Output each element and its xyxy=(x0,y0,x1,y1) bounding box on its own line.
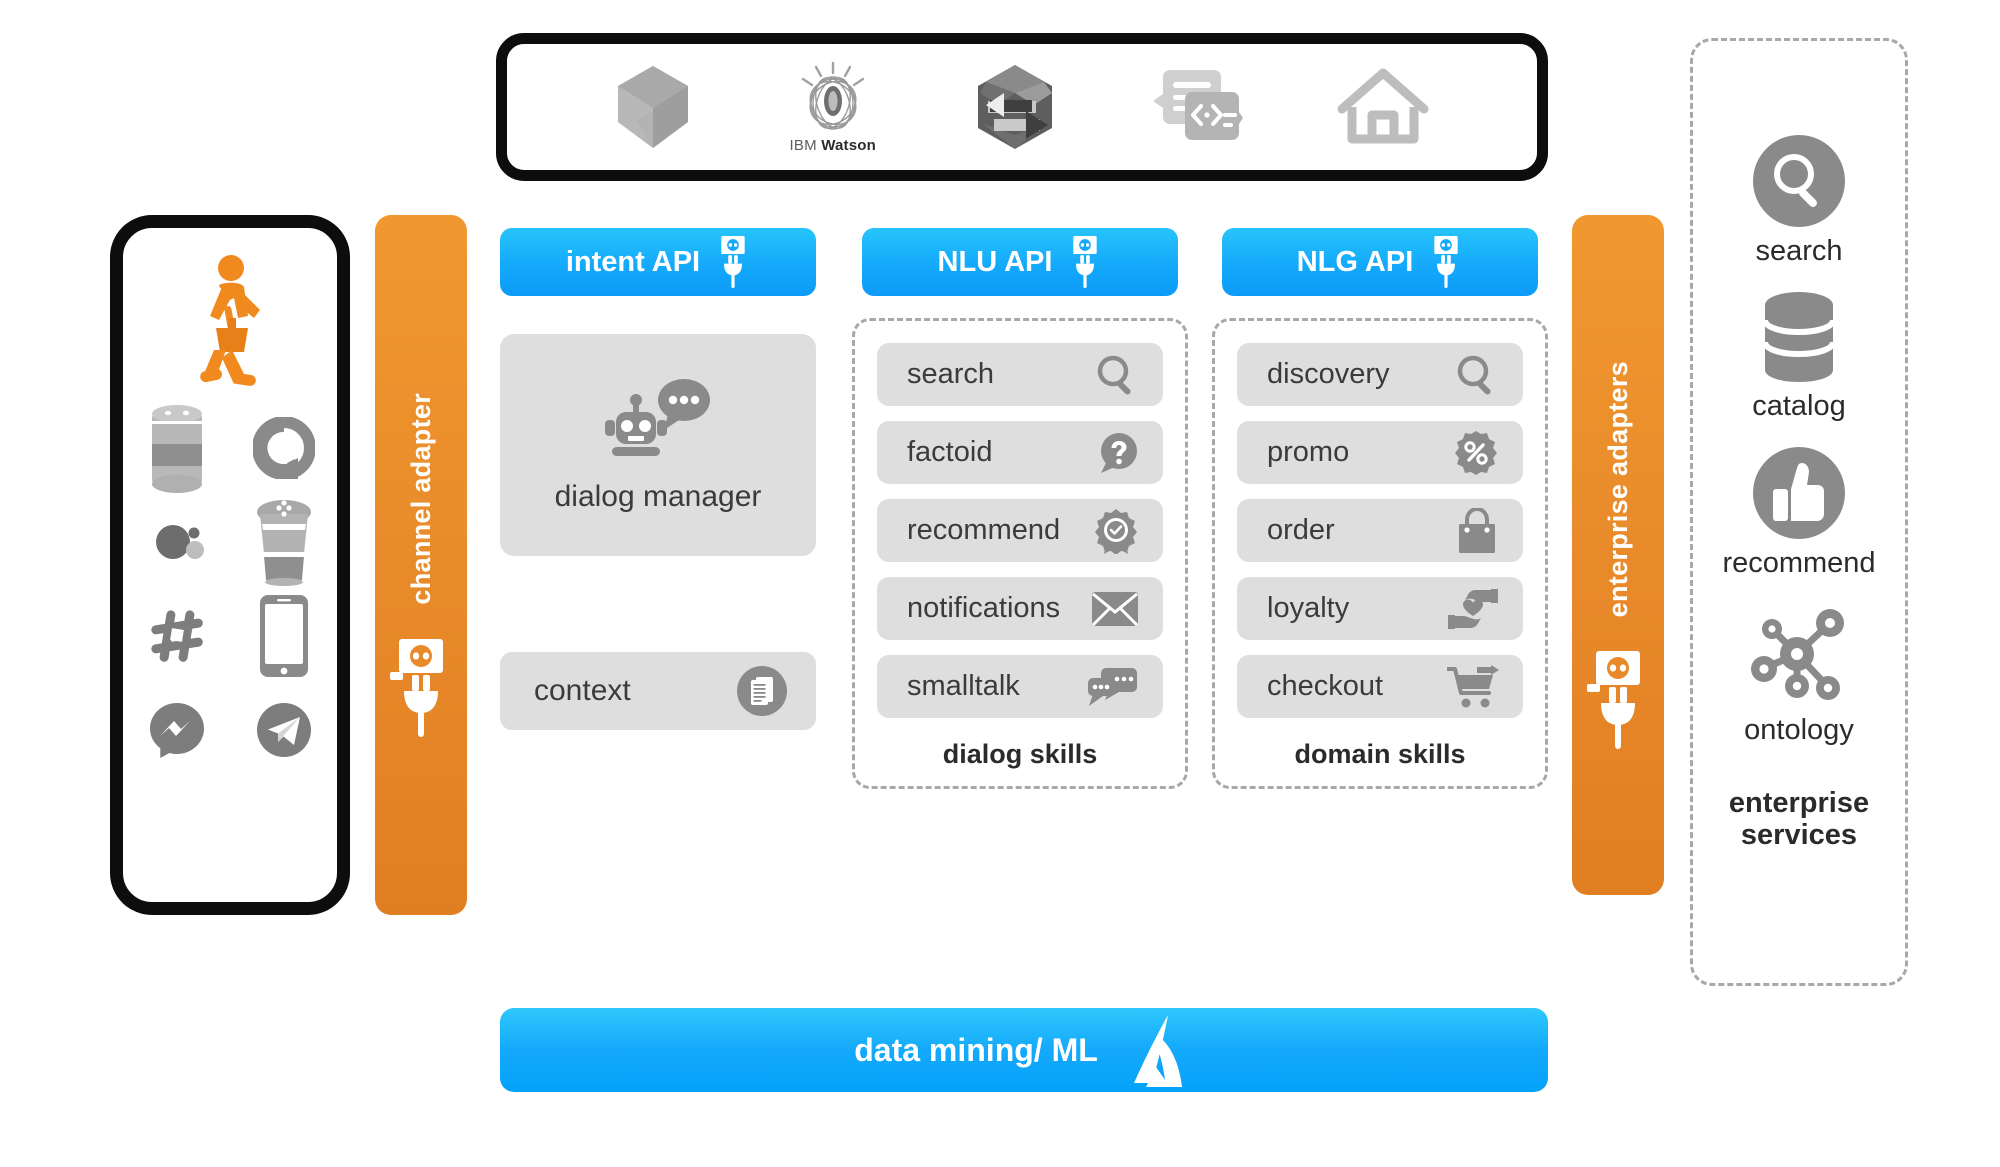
question-bubble-icon xyxy=(1095,431,1139,475)
plug-socket-icon xyxy=(1068,236,1102,288)
echo-speaker-icon xyxy=(146,402,208,494)
skill-row[interactable]: discovery xyxy=(1237,343,1523,406)
service-label: recommend xyxy=(1722,547,1876,579)
service-search[interactable]: search xyxy=(1751,133,1847,268)
plug-socket-icon xyxy=(1587,651,1649,750)
skill-label: discovery xyxy=(1267,358,1390,390)
nlu-api-label: NLU API xyxy=(937,245,1053,278)
robot-chat-icon xyxy=(602,376,714,470)
service-catalog[interactable]: catalog xyxy=(1752,290,1846,423)
service-ontology[interactable]: ontology xyxy=(1744,602,1854,747)
shopping-cart-arrow-icon xyxy=(1447,664,1499,709)
home-outline-icon xyxy=(1336,67,1430,147)
intent-api-label: intent API xyxy=(565,245,701,278)
alexa-ring-icon xyxy=(252,402,315,494)
service-label: search xyxy=(1755,235,1843,267)
database-stack-icon xyxy=(1755,290,1843,384)
channel-adapter-column[interactable]: channel adapter xyxy=(375,215,467,915)
envelope-icon xyxy=(1091,590,1139,628)
enterprise-services-caption: enterprise services xyxy=(1729,787,1869,852)
award-badge-icon xyxy=(1093,508,1139,554)
skill-label: checkout xyxy=(1267,670,1384,702)
caption-line-1: enterprise xyxy=(1728,787,1870,819)
data-mining-ml-label: data mining/ ML xyxy=(854,1031,1098,1068)
skill-label: loyalty xyxy=(1267,592,1350,624)
skill-row[interactable]: recommend xyxy=(877,499,1163,562)
magnifier-icon xyxy=(1095,353,1139,397)
service-label: ontology xyxy=(1744,714,1854,746)
ibm-watson-logo-icon: IBM Watson xyxy=(785,61,881,154)
shopping-bag-icon xyxy=(1455,507,1499,554)
context-label: context xyxy=(534,674,631,707)
enterprise-services-panel: search catalog recommend ontology enterp… xyxy=(1690,38,1908,986)
plug-socket-icon xyxy=(1429,236,1463,288)
intent-api-header[interactable]: intent API xyxy=(500,228,816,296)
graph-nodes-icon xyxy=(1745,602,1853,708)
chat-bubbles-icon xyxy=(1087,666,1139,708)
skill-label: notifications xyxy=(907,592,1061,624)
skill-row[interactable]: loyalty xyxy=(1237,577,1523,640)
skill-label: order xyxy=(1267,514,1335,546)
skill-label: smalltalk xyxy=(907,670,1020,702)
skill-row[interactable]: promo xyxy=(1237,421,1523,484)
cube-logo-icon xyxy=(614,64,692,150)
skill-row[interactable]: search xyxy=(877,343,1163,406)
service-label: catalog xyxy=(1752,390,1846,422)
google-home-speaker-icon xyxy=(252,496,316,588)
architecture-diagram: IBM Watson channel adapter intent API di… xyxy=(0,0,2000,1167)
skill-label: promo xyxy=(1267,436,1350,468)
skill-label: search xyxy=(907,358,995,390)
domain-skills-group: discovery promo order loyalty checkout d… xyxy=(1212,318,1548,789)
walking-shopper-icon xyxy=(186,254,274,386)
skill-row[interactable]: notifications xyxy=(877,577,1163,640)
domain-skills-caption: domain skills xyxy=(1294,739,1466,769)
skill-label: recommend xyxy=(907,514,1061,546)
magnifier-circle-icon xyxy=(1751,133,1847,229)
thumbs-up-circle-icon xyxy=(1751,445,1847,541)
dialog-skills-caption: dialog skills xyxy=(942,739,1098,769)
code-document-icon xyxy=(1149,68,1244,146)
ibm-watson-label: IBM Watson xyxy=(789,136,877,154)
dialog-skills-group: search factoid recommend notifications s… xyxy=(852,318,1188,789)
context-card[interactable]: context xyxy=(500,652,816,730)
smartphone-icon xyxy=(258,590,310,682)
skill-row[interactable]: factoid xyxy=(877,421,1163,484)
caption-line-2: services xyxy=(1740,819,1858,852)
platform-bar: IBM Watson xyxy=(496,33,1548,181)
ml-peak-icon xyxy=(1122,1013,1194,1087)
data-mining-ml-bar[interactable]: data mining/ ML xyxy=(500,1008,1548,1092)
skill-row[interactable]: order xyxy=(1237,499,1523,562)
telegram-icon xyxy=(255,684,313,776)
plug-socket-icon xyxy=(390,638,452,737)
plug-socket-icon xyxy=(716,236,750,288)
device-frame xyxy=(110,215,350,915)
service-recommend[interactable]: recommend xyxy=(1722,445,1876,580)
nlg-api-header[interactable]: NLG API xyxy=(1222,228,1538,296)
nlu-api-header[interactable]: NLU API xyxy=(862,228,1178,296)
facebook-messenger-icon xyxy=(148,684,206,776)
skill-label: factoid xyxy=(907,436,993,468)
google-home-mini-icon xyxy=(146,496,208,588)
dialog-manager-card[interactable]: dialog manager xyxy=(500,334,816,556)
hands-heart-icon xyxy=(1447,588,1499,630)
nlg-api-label: NLG API xyxy=(1296,245,1414,278)
channel-icons-grid xyxy=(123,402,337,776)
documents-icon xyxy=(736,665,788,717)
slack-hash-icon xyxy=(147,590,207,682)
magnifier-icon xyxy=(1455,353,1499,397)
skill-row[interactable]: smalltalk xyxy=(877,655,1163,718)
data-exchange-hexagon-icon xyxy=(974,63,1056,151)
dialog-manager-label: dialog manager xyxy=(554,480,762,513)
skill-row[interactable]: checkout xyxy=(1237,655,1523,718)
percent-badge-icon xyxy=(1453,430,1499,476)
enterprise-adapters-label: enterprise adapters xyxy=(1602,360,1633,618)
enterprise-adapters-column[interactable]: enterprise adapters xyxy=(1572,215,1664,895)
channel-adapter-label: channel adapter xyxy=(405,393,436,605)
